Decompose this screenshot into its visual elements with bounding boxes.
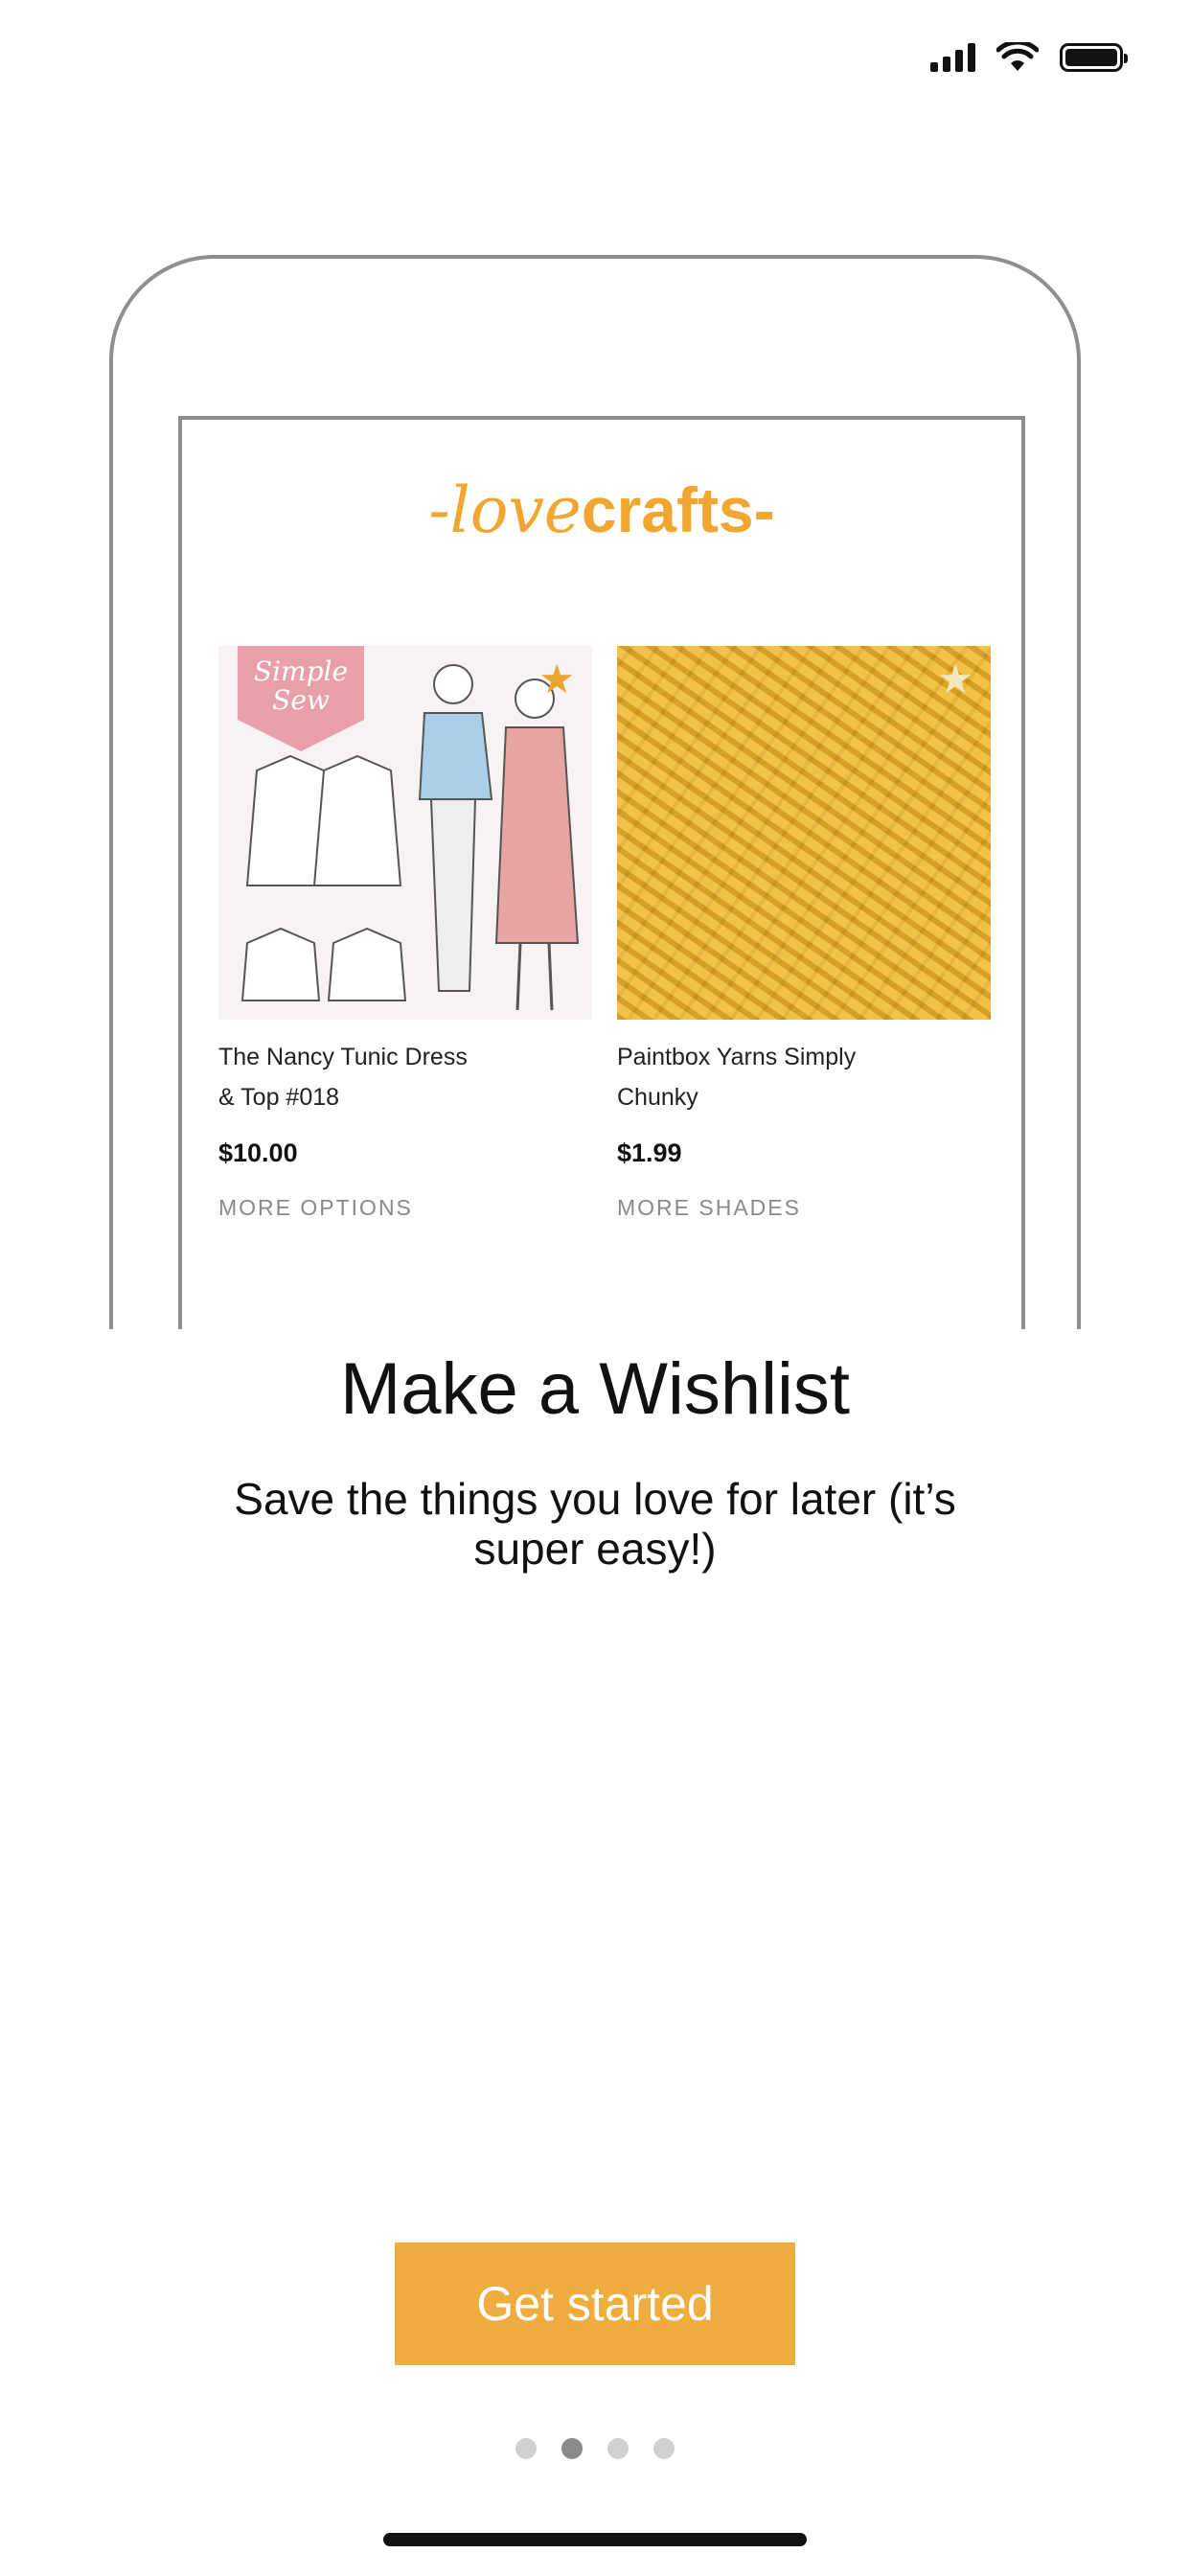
page-dot[interactable] [653,2438,675,2459]
page-dot[interactable] [607,2438,629,2459]
onboarding-title: Make a Wishlist [339,1348,851,1430]
yarn-image: ★ [617,646,991,1020]
wishlist-illustration: -lovecrafts- Simple Sew ★ The Nancy Tuni… [105,251,1085,1329]
phone-screen: -lovecrafts- Simple Sew ★ The Nancy Tuni… [178,416,1025,1329]
product-price: $1.99 [617,1138,682,1167]
battery-icon [1060,43,1128,72]
product-card: ★ Paintbox Yarns Simply Chunky $1.99 MOR… [617,646,991,1221]
get-started-button[interactable]: Get started [395,2242,795,2365]
wifi-icon [996,42,1039,71]
page-dot-active[interactable] [561,2438,583,2459]
product-price: $10.00 [218,1138,298,1167]
status-icons [930,42,1128,73]
signal-icon [930,43,975,72]
product-card: Simple Sew ★ The Nancy Tunic Dress & Top… [218,646,592,1221]
sewing-pattern-image: Simple Sew ★ [218,646,592,1020]
page-indicator [0,2438,1190,2459]
home-indicator[interactable] [383,2533,807,2546]
onboarding-subtitle: Save the things you love for later (it’s… [234,1474,956,1574]
more-options-link: MORE OPTIONS [218,1195,413,1220]
star-icon: ★ [538,656,575,702]
product-title: The Nancy Tunic Dress & Top #018 [218,1044,468,1111]
page-dot[interactable] [515,2438,537,2459]
more-shades-link: MORE SHADES [617,1195,801,1220]
lovecrafts-logo: -lovecrafts- [428,473,775,547]
phone-frame: -lovecrafts- Simple Sew ★ The Nancy Tuni… [109,255,1081,1329]
product-title: Paintbox Yarns Simply Chunky [617,1044,857,1111]
status-bar [0,0,1190,125]
star-icon: ★ [937,656,973,702]
